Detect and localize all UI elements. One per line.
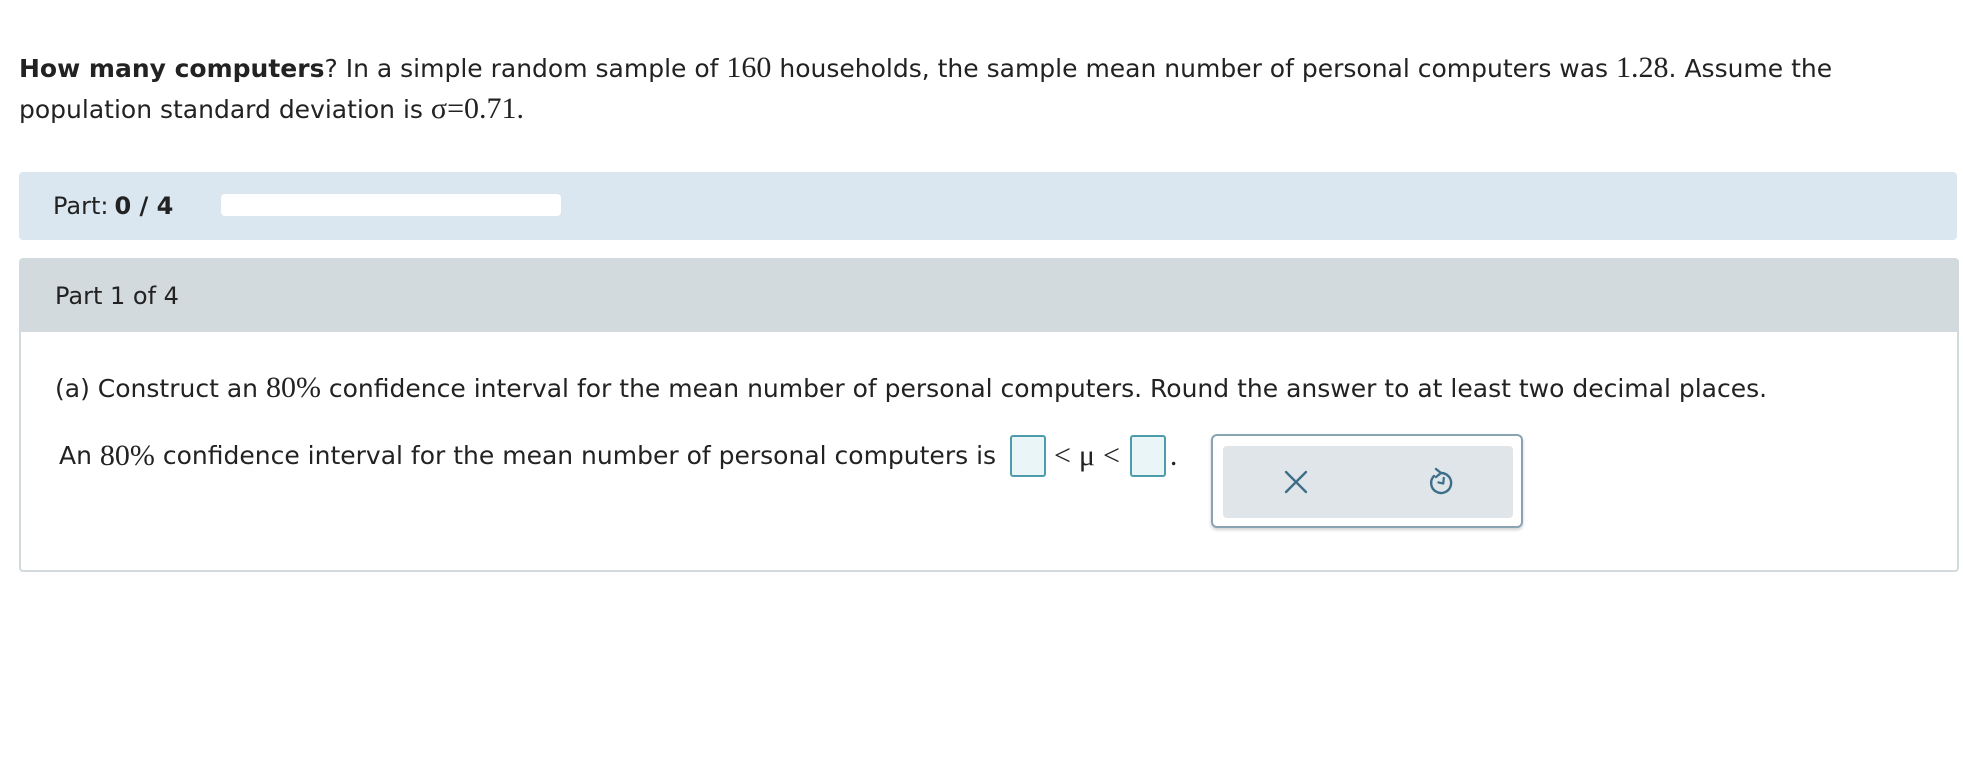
- part-card: Part 1 of 4 (a) Construct an 80% confide…: [19, 258, 1959, 572]
- undo-button[interactable]: [1368, 446, 1513, 518]
- progress-label-text: Part:: [53, 192, 109, 220]
- part-title: Part 1 of 4: [55, 282, 179, 310]
- progress-count: 0 / 4: [114, 192, 174, 220]
- sample-size: 160: [726, 51, 772, 84]
- progress-bar: [221, 194, 561, 216]
- upper-bound-input[interactable]: [1129, 435, 1166, 477]
- mu-symbol: μ: [1078, 439, 1096, 472]
- problem-text-a: In a simple random sample of: [345, 54, 719, 83]
- answer-prefix: An: [59, 441, 92, 470]
- clear-button[interactable]: [1223, 446, 1368, 518]
- less-than-symbol-2: <: [1102, 439, 1120, 472]
- progress-label: Part: 0 / 4: [53, 190, 173, 222]
- answer-end-period: .: [1169, 439, 1178, 472]
- sample-mean: 1.28: [1616, 51, 1669, 84]
- answer-confidence: 80%: [99, 439, 155, 472]
- close-icon: [1284, 470, 1307, 494]
- problem-title-punct: ?: [324, 54, 338, 83]
- problem-title: How many computers: [19, 54, 325, 83]
- sigma-symbol: σ: [430, 92, 448, 125]
- question-text: (a) Construct an 80% confidence interval…: [55, 368, 1767, 409]
- answer-tools-bar: [1223, 446, 1513, 518]
- answer-line: An 80% confidence interval for the mean …: [59, 435, 1177, 477]
- question-prefix: (a) Construct an: [55, 374, 258, 403]
- problem-statement: How many computers? In a simple random s…: [19, 48, 1944, 130]
- problem-end-period: .: [516, 92, 524, 125]
- sigma-value: 0.71: [463, 92, 517, 125]
- part-header: Part 1 of 4: [21, 260, 1957, 332]
- answer-tools-panel: [1211, 434, 1523, 528]
- undo-icon: [1429, 467, 1452, 495]
- problem-text-b: households, the sample mean number of pe…: [779, 54, 1609, 83]
- less-than-symbol-1: <: [1054, 439, 1071, 472]
- progress-band: Part: 0 / 4: [19, 172, 1957, 240]
- lower-bound-input[interactable]: [1010, 435, 1047, 477]
- question-confidence: 80%: [265, 371, 321, 404]
- sigma-equals: =: [447, 92, 464, 125]
- question-suffix: confidence interval for the mean number …: [328, 374, 1768, 403]
- answer-text: confidence interval for the mean number …: [162, 441, 997, 470]
